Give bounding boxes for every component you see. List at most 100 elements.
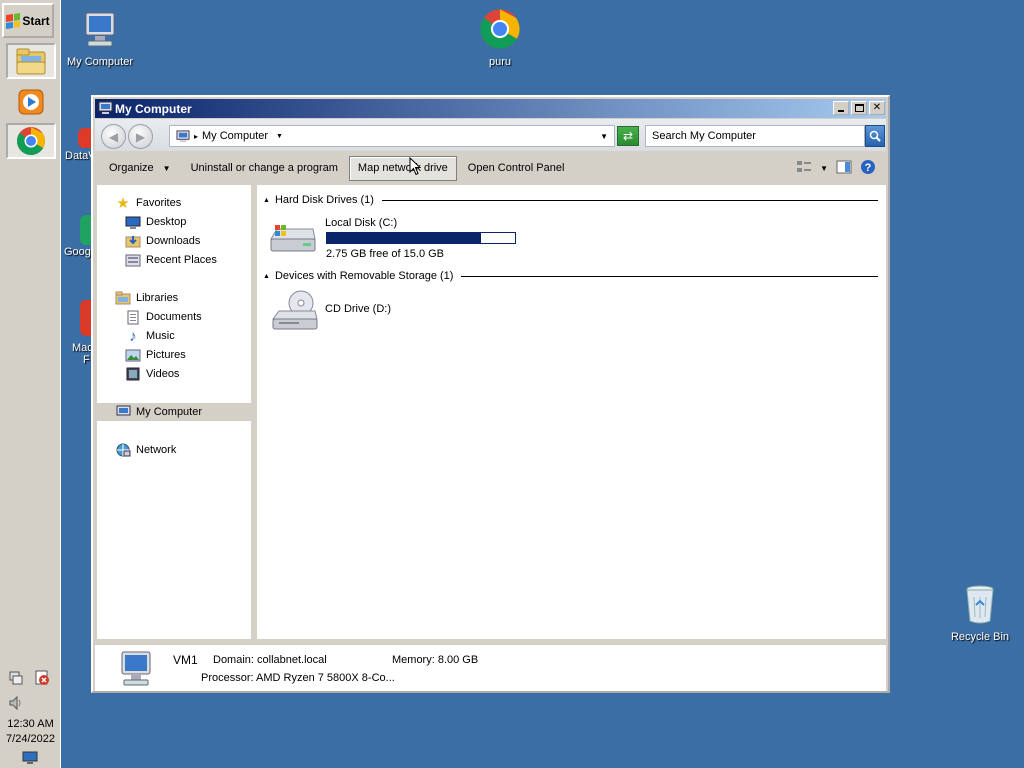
computer-icon: [98, 101, 113, 114]
pictures-icon: [125, 347, 141, 363]
computer-name: VM1: [173, 653, 198, 667]
back-arrow-icon: ◀: [108, 129, 119, 144]
view-options-icon[interactable]: [796, 160, 812, 177]
address-history-dropdown-icon[interactable]: ▼: [600, 132, 608, 141]
computer-icon: [85, 12, 115, 47]
show-desktop-icon[interactable]: [22, 750, 38, 766]
processor-info: Processor: AMD Ryzen 7 5800X 8-Co...: [201, 672, 395, 684]
breadcrumb-my-computer[interactable]: My Computer: [202, 130, 268, 142]
divider: [461, 275, 878, 277]
uninstall-program-button[interactable]: Uninstall or change a program: [182, 156, 347, 181]
close-button[interactable]: ✕: [869, 101, 885, 115]
start-button[interactable]: Start: [2, 3, 54, 38]
nav-item-desktop[interactable]: Desktop: [97, 213, 251, 231]
collapse-arrow-icon[interactable]: ▲: [263, 273, 270, 280]
partial-desktop-icon[interactable]: [78, 128, 92, 148]
group-header-hard-disk-drives[interactable]: ▲ Hard Disk Drives (1): [263, 193, 878, 207]
search-input[interactable]: Search My Computer: [645, 125, 865, 147]
desktop-icon-my-computer[interactable]: My Computer: [60, 10, 140, 68]
volume-icon[interactable]: [8, 695, 24, 711]
cd-drive-icon: [272, 290, 318, 330]
breadcrumb-separator[interactable]: ▸: [194, 132, 198, 141]
preview-pane-icon[interactable]: [836, 160, 852, 177]
nav-item-network[interactable]: Network: [97, 441, 251, 459]
nav-label: My Computer: [136, 406, 203, 418]
divider: [381, 199, 878, 201]
network-tray-icon[interactable]: [8, 670, 24, 686]
hard-drive-icon: [270, 225, 316, 252]
forward-arrow-icon: ▶: [135, 129, 146, 144]
nav-item-my-computer[interactable]: My Computer: [97, 403, 251, 421]
maximize-button[interactable]: [851, 101, 867, 115]
clock-date[interactable]: 7/24/2022: [0, 733, 61, 745]
nav-item-videos[interactable]: Videos: [97, 365, 251, 383]
nav-label: Libraries: [136, 292, 179, 304]
desktop-icon-puru[interactable]: puru: [460, 8, 540, 68]
network-globe-icon: [115, 442, 131, 458]
explorer-window: My Computer ✕ ◀ ▶ ▸ My Computer ▼ ▼ ⇄ Se…: [91, 95, 890, 693]
desktop-icon-recycle-bin[interactable]: Recycle Bin: [940, 583, 1020, 643]
nav-item-pictures[interactable]: Pictures: [97, 346, 251, 364]
nav-label: Downloads: [146, 235, 201, 247]
nav-label: Music: [146, 330, 175, 342]
breadcrumb-chevron-down-icon[interactable]: ▼: [276, 133, 283, 140]
clock-time[interactable]: 12:30 AM: [0, 718, 61, 730]
music-note-icon: ♪: [129, 327, 137, 345]
collapse-arrow-icon[interactable]: ▲: [263, 197, 270, 204]
start-label: Start: [22, 13, 50, 28]
computer-icon: [176, 129, 190, 142]
organize-button[interactable]: Organize ▼: [100, 156, 180, 181]
address-bar: ◀ ▶ ▸ My Computer ▼ ▼ ⇄ Search My Comput…: [95, 119, 886, 151]
forward-button[interactable]: ▶: [128, 124, 153, 149]
drive-local-disk-c[interactable]: Local Disk (C:) 2.75 GB free of 15.0 GB: [269, 215, 529, 260]
folder-icon: [16, 48, 46, 75]
nav-item-recent-places[interactable]: Recent Places: [97, 251, 251, 269]
address-box[interactable]: ▸ My Computer ▼ ▼: [169, 125, 615, 147]
media-player-task-button[interactable]: [6, 84, 56, 120]
recent-places-icon: [125, 252, 141, 268]
command-bar: Organize ▼ Uninstall or change a program…: [95, 153, 886, 183]
nav-item-documents[interactable]: Documents: [97, 308, 251, 326]
nav-label: Videos: [146, 368, 180, 380]
drive-cd-d[interactable]: CD Drive (D:): [269, 289, 469, 335]
recycle-bin-icon: [966, 585, 994, 624]
help-icon[interactable]: ?: [860, 159, 876, 178]
star-icon: ★: [116, 195, 130, 212]
maximize-icon: [854, 104, 864, 112]
group-header-removable-storage[interactable]: ▲ Devices with Removable Storage (1): [263, 269, 878, 283]
search-icon: [869, 130, 881, 142]
nav-label: Network: [136, 444, 177, 456]
minimize-button[interactable]: [833, 101, 849, 115]
refresh-icon: ⇄: [622, 129, 634, 143]
refresh-button[interactable]: ⇄: [617, 126, 639, 146]
media-player-icon: [18, 89, 44, 115]
explorer-task-button[interactable]: [6, 43, 56, 79]
chrome-task-button[interactable]: [6, 123, 56, 159]
nav-item-music[interactable]: ♪ Music: [97, 327, 251, 345]
nav-label: Pictures: [146, 349, 186, 361]
disk-usage-fill: [327, 233, 481, 243]
desktop-icon-label: puru: [488, 56, 512, 68]
nav-item-downloads[interactable]: Downloads: [97, 232, 251, 250]
details-pane: VM1 Domain: collabnet.local Memory: 8.00…: [95, 642, 886, 691]
videos-icon: [125, 366, 141, 382]
back-button[interactable]: ◀: [101, 124, 126, 149]
close-icon: ✕: [872, 102, 882, 113]
nav-label: Desktop: [146, 216, 187, 228]
libraries-icon: [115, 290, 131, 306]
organize-label: Organize: [109, 162, 154, 174]
group-header-label: Devices with Removable Storage (1): [274, 270, 454, 282]
view-dropdown-chevron-icon[interactable]: ▼: [820, 164, 828, 173]
nav-item-favorites[interactable]: ★ Favorites: [97, 194, 251, 212]
drive-name: Local Disk (C:): [325, 217, 398, 229]
desktop-icon-label: My Computer: [66, 56, 134, 68]
search-button[interactable]: [865, 125, 885, 147]
nav-item-libraries[interactable]: Libraries: [97, 289, 251, 307]
title-bar[interactable]: My Computer ✕: [95, 99, 886, 118]
map-network-drive-button[interactable]: Map network drive: [348, 155, 457, 181]
open-control-panel-button[interactable]: Open Control Panel: [459, 156, 574, 181]
documents-icon: [125, 309, 141, 325]
computer-icon: [121, 651, 151, 686]
security-alert-icon[interactable]: [34, 670, 50, 686]
desktop-icon: [125, 214, 141, 230]
